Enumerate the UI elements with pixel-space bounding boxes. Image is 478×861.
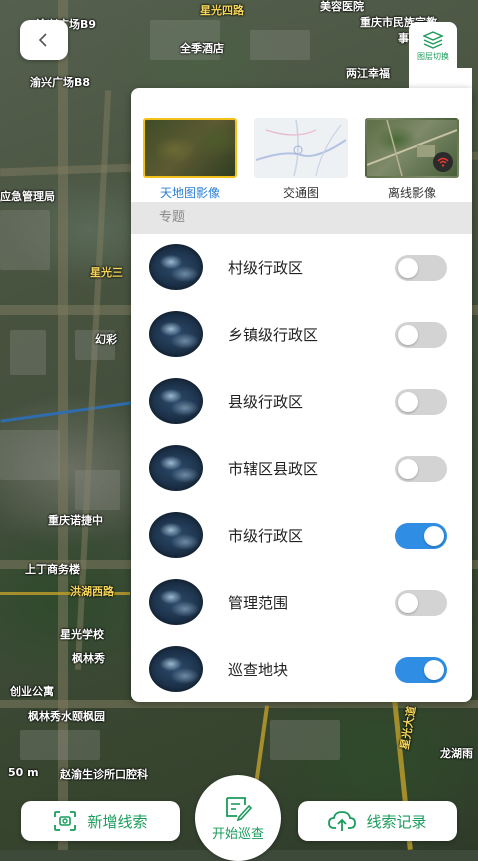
- layer-name: 市级行政区: [228, 527, 304, 545]
- map-label: 赵渝生诊所口腔科: [60, 768, 148, 781]
- map-label: 创业公寓: [10, 685, 54, 698]
- layer-toggle[interactable]: [395, 523, 447, 549]
- back-button[interactable]: [20, 20, 68, 60]
- layer-name: 村级行政区: [228, 259, 304, 277]
- layer-name: 县级行政区: [228, 393, 304, 411]
- layer-toggle[interactable]: [395, 255, 447, 281]
- cloud-upload-icon: [328, 811, 357, 831]
- layer-panel: 天地图影像 交通图 离线影像 专题 村级行政区 乡镇级行政区 县级行政区 市辖区…: [131, 88, 472, 702]
- scan-icon: [54, 811, 77, 831]
- layer-thumbnail: [149, 445, 203, 491]
- add-clue-button[interactable]: 新增线索: [21, 801, 180, 841]
- map-label: 应急管理局: [0, 190, 55, 203]
- layer-switch-button[interactable]: 图层切换: [409, 22, 457, 70]
- map-label: 事: [398, 32, 409, 45]
- traffic-map-preview: [256, 120, 346, 176]
- map-label: 美容医院: [320, 0, 364, 13]
- basemap-label: 交通图: [282, 186, 319, 200]
- layer-row-patrol-plots: 巡查地块: [131, 637, 472, 702]
- map-label: 50 m: [8, 766, 39, 779]
- map-label: 星光四路: [200, 4, 244, 17]
- layer-name: 市辖区县政区: [228, 460, 319, 478]
- layer-row-village: 村级行政区: [131, 235, 472, 301]
- map-label: 全季酒店: [180, 42, 224, 55]
- layer-name: 巡查地块: [228, 661, 289, 679]
- map-label: 星光三: [90, 266, 123, 279]
- edit-note-icon: [226, 796, 253, 821]
- map-label: 两江幸福: [346, 67, 390, 80]
- panel-tab-connector: [409, 68, 472, 90]
- basemap-option-traffic[interactable]: 交通图: [254, 118, 348, 201]
- clue-records-label: 线索记录: [366, 812, 427, 831]
- map-label: 渝兴广场B8: [30, 76, 91, 89]
- section-header-thematic: 专题: [131, 202, 472, 234]
- layer-thumbnail: [149, 646, 203, 692]
- wifi-icon: [433, 152, 453, 172]
- layer-thumbnail: [149, 378, 203, 424]
- basemap-label: 离线影像: [387, 186, 436, 200]
- add-clue-label: 新增线索: [87, 812, 148, 831]
- basemap-option-offline[interactable]: 离线影像: [365, 118, 459, 201]
- start-patrol-button[interactable]: 开始巡查: [195, 775, 281, 861]
- layer-thumbnail: [149, 311, 203, 357]
- layer-name: 乡镇级行政区: [228, 326, 319, 344]
- map-label: 幻彩: [95, 333, 117, 346]
- layer-row-management: 管理范围: [131, 570, 472, 636]
- layer-row-city: 市级行政区: [131, 503, 472, 569]
- layer-row-county: 县级行政区: [131, 369, 472, 435]
- basemap-thumbnail: [143, 118, 237, 178]
- basemap-thumbnail: [365, 118, 459, 178]
- layer-toggle[interactable]: [395, 456, 447, 482]
- layer-row-township: 乡镇级行政区: [131, 302, 472, 368]
- basemap-option-tianditu[interactable]: 天地图影像: [143, 118, 237, 201]
- layer-thumbnail: [149, 579, 203, 625]
- layer-thumbnail: [149, 244, 203, 290]
- layer-toggle[interactable]: [395, 657, 447, 683]
- basemap-label: 天地图影像: [159, 186, 220, 200]
- map-label: 枫林秀水颐枫园: [28, 710, 105, 723]
- layer-row-district: 市辖区县政区: [131, 436, 472, 502]
- basemap-thumbnail: [254, 118, 348, 178]
- layer-switch-label: 图层切换: [417, 51, 449, 61]
- map-label: 重庆诺捷中: [48, 514, 103, 527]
- map-label: 龙湖雨: [440, 747, 473, 760]
- layer-toggle[interactable]: [395, 322, 447, 348]
- layer-toggle[interactable]: [395, 590, 447, 616]
- map-label: 枫林秀: [72, 652, 105, 665]
- start-patrol-label: 开始巡查: [211, 826, 264, 842]
- map-label: 洪湖西路: [70, 585, 114, 598]
- layer-thumbnail: [149, 512, 203, 558]
- chevron-left-icon: [38, 33, 47, 47]
- layers-icon: [423, 30, 443, 49]
- layer-name: 管理范围: [228, 594, 289, 612]
- map-label: 星光学校: [60, 628, 104, 641]
- map-label: 上丁商务楼: [25, 563, 80, 576]
- layer-toggle[interactable]: [395, 389, 447, 415]
- clue-records-button[interactable]: 线索记录: [298, 801, 457, 841]
